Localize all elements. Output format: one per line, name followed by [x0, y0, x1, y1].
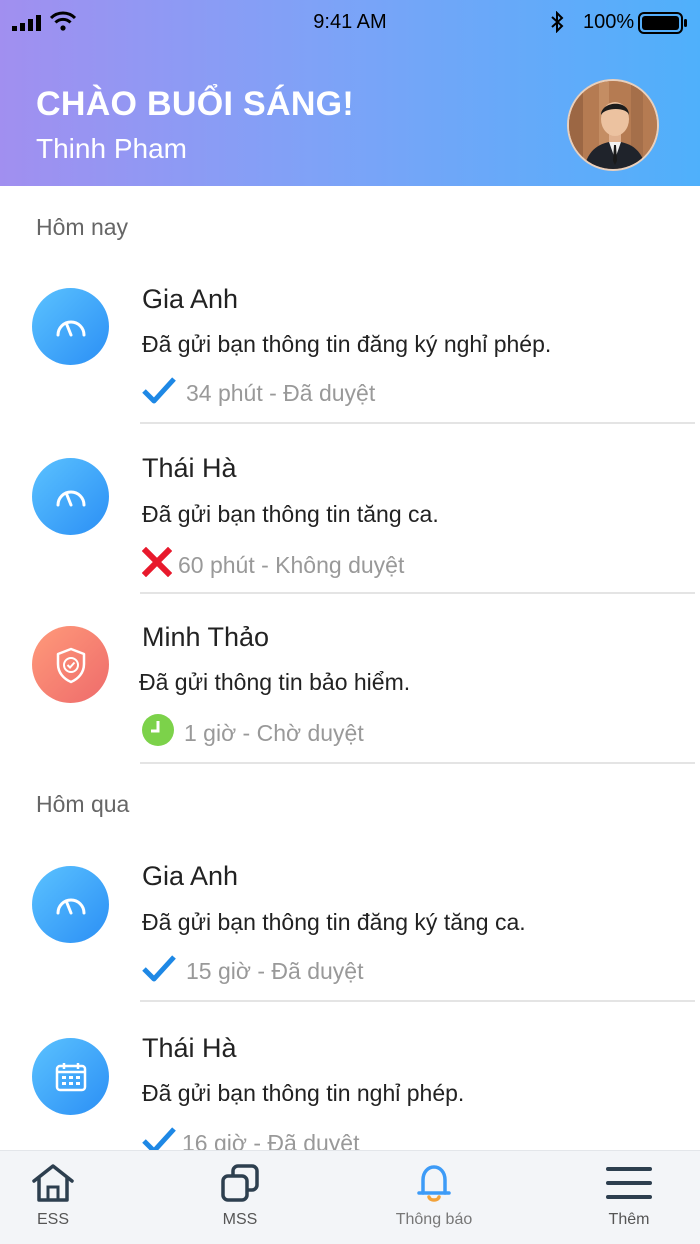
divider — [140, 1000, 695, 1002]
tab-mss[interactable]: MSS — [180, 1151, 300, 1244]
notification-status: 16 giờ - Đã duyệt — [142, 1126, 359, 1150]
section-label-today: Hôm nay — [36, 214, 129, 240]
battery-percent: 100% — [583, 11, 635, 33]
speedometer-icon — [32, 288, 109, 365]
bluetooth-icon — [549, 10, 565, 38]
list-item[interactable]: Gia Anh Đã gửi bạn thông tin đăng ký tăn… — [0, 834, 700, 1004]
sender-name: Thái Hà — [142, 453, 237, 483]
status-text: 15 giờ - Đã duyệt — [186, 957, 364, 984]
battery-icon — [638, 12, 688, 39]
divider — [140, 592, 695, 594]
check-icon — [142, 376, 176, 410]
bell-icon — [374, 1163, 494, 1203]
avatar[interactable] — [567, 79, 659, 171]
notification-message: Đã gửi bạn thông tin tăng ca. — [142, 501, 439, 527]
notification-status: 34 phút - Đã duyệt — [142, 376, 375, 410]
sender-name: Gia Anh — [142, 861, 239, 891]
sender-name: Thái Hà — [142, 1033, 237, 1063]
tab-label: Thêm — [608, 1211, 650, 1228]
status-bar: 9:41 AM 100% — [0, 0, 700, 44]
menu-icon — [569, 1163, 689, 1203]
tab-label: MSS — [222, 1211, 258, 1228]
status-text: 60 phút - Không duyệt — [178, 551, 405, 578]
header: 9:41 AM 100% CHÀO BUỔI SÁNG! Thinh Pham — [0, 0, 700, 186]
tab-label: Thông báo — [395, 1211, 473, 1228]
copy-icon — [180, 1163, 300, 1203]
notification-status: 1 giờ - Chờ duyệt — [142, 714, 364, 752]
tab-bar: ESS MSS Thông báo Thêm — [0, 1150, 700, 1244]
user-name: Thinh Pham — [36, 133, 187, 164]
status-text: 1 giờ - Chờ duyệt — [184, 719, 364, 746]
sender-name: Gia Anh — [142, 284, 239, 314]
list-item[interactable]: Thái Hà Đã gửi bạn thông tin nghỉ phép. … — [0, 1004, 700, 1150]
divider — [140, 422, 695, 424]
cross-icon — [141, 546, 173, 583]
tab-ess[interactable]: ESS — [0, 1151, 113, 1244]
notification-message: Đã gửi bạn thông tin đăng ký nghỉ phép. — [142, 331, 552, 357]
home-icon — [0, 1163, 113, 1203]
clock-icon — [142, 714, 174, 752]
notification-message: Đã gửi thông tin bảo hiểm. — [139, 669, 411, 695]
list-item[interactable]: Gia Anh Đã gửi bạn thông tin đăng ký ngh… — [0, 256, 700, 426]
notification-status: 15 giờ - Đã duyệt — [142, 954, 363, 988]
check-icon — [142, 1126, 176, 1150]
greeting-title: CHÀO BUỔI SÁNG! — [36, 85, 355, 123]
check-icon — [142, 954, 176, 988]
shield-check-icon — [32, 626, 109, 703]
tab-notifications[interactable]: Thông báo — [374, 1151, 494, 1244]
list-item[interactable]: Thái Hà Đã gửi bạn thông tin tăng ca. 60… — [0, 426, 700, 596]
list-item[interactable]: Minh Thảo Đã gửi thông tin bảo hiểm. 1 g… — [0, 596, 700, 766]
speedometer-icon — [32, 458, 109, 535]
divider — [140, 762, 695, 764]
notification-list[interactable]: Hôm nay Gia Anh Đã gửi bạn thông tin đăn… — [0, 186, 700, 1150]
status-text: 16 giờ - Đã duyệt — [182, 1129, 360, 1151]
section-label-yesterday: Hôm qua — [36, 791, 130, 817]
tab-label: ESS — [36, 1211, 69, 1228]
notification-status: 60 phút - Không duyệt — [141, 546, 405, 583]
status-text: 34 phút - Đã duyệt — [186, 379, 376, 406]
speedometer-icon — [32, 866, 109, 943]
notification-message: Đã gửi bạn thông tin nghỉ phép. — [142, 1080, 465, 1106]
calendar-icon — [32, 1038, 109, 1115]
notification-message: Đã gửi bạn thông tin đăng ký tăng ca. — [142, 909, 526, 935]
tab-more[interactable]: Thêm — [569, 1151, 689, 1244]
sender-name: Minh Thảo — [142, 622, 270, 652]
